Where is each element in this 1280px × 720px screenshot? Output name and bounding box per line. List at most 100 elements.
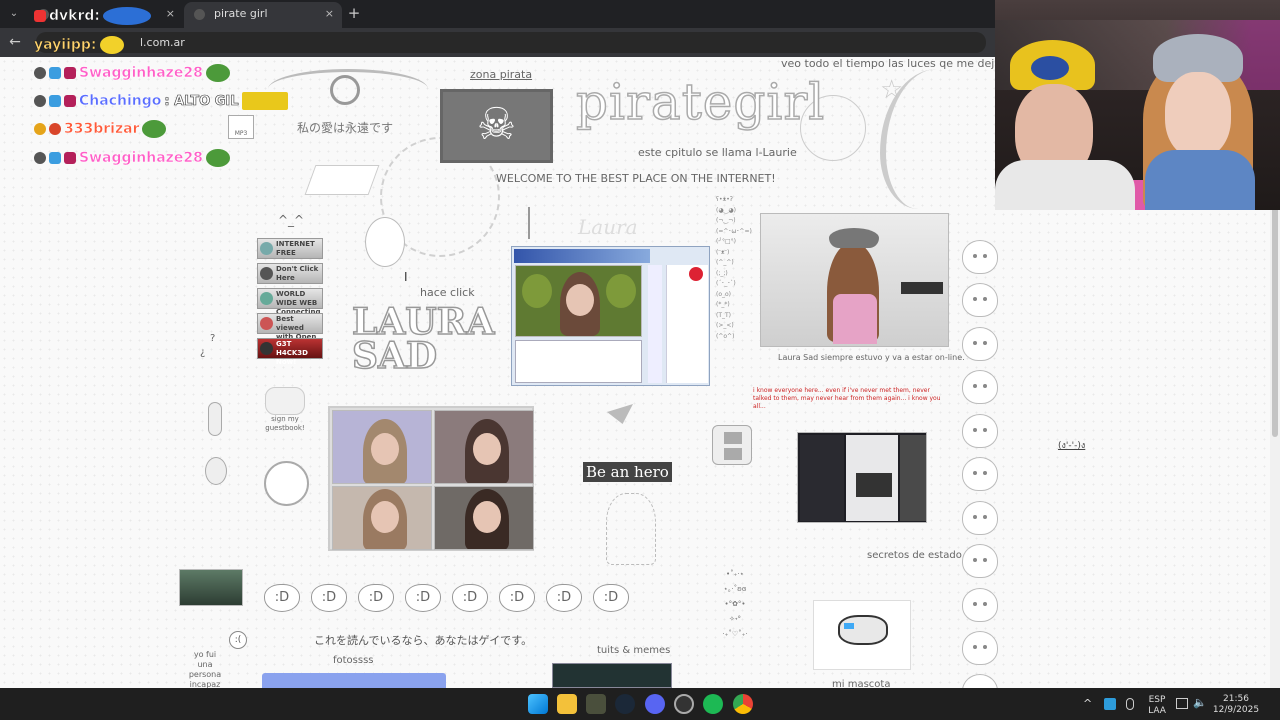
- be-an-hero-banner: Be an hero: [583, 462, 672, 482]
- laura-script-text: Laura: [578, 215, 638, 239]
- clock[interactable]: 21:56 12/9/2025: [1210, 694, 1262, 716]
- grid-photo-4: [434, 486, 534, 550]
- emote-icon: [99, 36, 124, 54]
- best-viewed-badge[interactable]: Best viewed with Open Eyes: [257, 313, 323, 350]
- tray-overflow-icon[interactable]: ^: [1083, 698, 1092, 709]
- inverted-question-text: ¿: [200, 347, 206, 358]
- badge-icon: [34, 67, 46, 79]
- hacker-icon: [260, 342, 273, 355]
- tuits-memes-link[interactable]: tuits & memes: [597, 645, 670, 656]
- internet-free-badge[interactable]: INTERNET FREE: [257, 238, 323, 259]
- messenger-chat-area[interactable]: [515, 340, 642, 383]
- blue-shirt: [1145, 150, 1255, 210]
- grid-photo-1: [332, 410, 432, 484]
- chat-message: 333brizar: [34, 118, 167, 140]
- keyboard-instrument: [901, 282, 943, 294]
- pepe-emote-icon: [205, 64, 230, 82]
- tab-title: pirate girl: [214, 7, 268, 20]
- tab-pirate-girl[interactable]: pirate girl ×: [184, 2, 342, 28]
- dark-collage-photo: [797, 432, 927, 523]
- spotify-icon[interactable]: [703, 694, 723, 714]
- steam-icon[interactable]: [615, 694, 635, 714]
- text-cursor-icon: I: [404, 270, 408, 284]
- hace-click-link[interactable]: hace click: [420, 286, 475, 299]
- troll-face-icon: :D: [546, 584, 582, 612]
- sad-smiley-icon: :(: [229, 631, 247, 649]
- laura-sad-logo: LAURA SAD: [351, 301, 495, 377]
- tray-app-icon[interactable]: [1104, 698, 1116, 710]
- emote-icon: [102, 7, 151, 25]
- emoticon-face: ^_^: [278, 213, 305, 227]
- kaomoji-link[interactable]: (ง'-'-)ง: [1058, 438, 1085, 452]
- url-field[interactable]: l.com.ar: [36, 32, 986, 53]
- troll-face-icon: :D: [452, 584, 488, 612]
- tab-close-icon[interactable]: ×: [325, 2, 334, 26]
- keychain-icon: [208, 402, 222, 436]
- chat-username: Chachingo: [79, 93, 162, 110]
- network-icon[interactable]: [1176, 698, 1188, 709]
- hello-kitty-icon: [962, 283, 998, 317]
- windows-start-icon[interactable]: [528, 694, 548, 714]
- chat-text: : ALTO GIL: [164, 93, 239, 109]
- fotos-panel[interactable]: [262, 673, 446, 688]
- scrollbar-thumb[interactable]: [1272, 207, 1278, 437]
- kaomoji-list: ʕ•ᴥ•ʔ (◕‿◕) (¬‿¬) (=^･ω･^=) (╯°□°) (ᵔᴥᵔ)…: [716, 196, 752, 340]
- charm-icon: [205, 457, 227, 485]
- badge-icon: [34, 152, 46, 164]
- new-tab-button[interactable]: +: [344, 4, 364, 22]
- chat-message: dvkrd:: [34, 5, 151, 27]
- app-icon[interactable]: [586, 694, 606, 714]
- anime-sketch-icon: [606, 493, 656, 565]
- hello-kitty-icon: [962, 240, 998, 274]
- no-entry-icon: [689, 267, 703, 281]
- volume-icon[interactable]: 🔈: [1193, 696, 1207, 709]
- mascota-link[interactable]: mi mascota: [832, 679, 890, 688]
- laura-photo-grid: [328, 406, 534, 551]
- person-face: [1165, 72, 1231, 158]
- shrek-face: [522, 274, 552, 308]
- chat-username: 333brizar: [64, 121, 140, 138]
- chat-message: yayiipp:: [34, 34, 124, 56]
- tab-favicon: [194, 9, 205, 20]
- troll-face-icon: [365, 217, 405, 267]
- guestbook-link[interactable]: sign my guestbook!: [264, 415, 306, 433]
- pink-top: [833, 294, 877, 344]
- troll-face-icon: :D: [358, 584, 394, 612]
- gigachad-face-icon: [264, 461, 309, 506]
- discord-icon[interactable]: [645, 694, 665, 714]
- world-wide-web-badge[interactable]: WORLD WIDE WEB Connecting people: [257, 288, 323, 325]
- get-hacked-badge[interactable]: G3T H4CK3D Now!: [257, 338, 323, 366]
- white-shirt: [995, 160, 1135, 210]
- windows-taskbar: ^ ESP LAA 🔈 21:56 12/9/2025: [0, 688, 1280, 720]
- chat-username: Swagginhaze28: [79, 65, 203, 82]
- chrome-icon[interactable]: [733, 694, 753, 714]
- file-explorer-icon[interactable]: [557, 694, 577, 714]
- messenger-titlebar: [514, 249, 650, 263]
- language-indicator[interactable]: ESP LAA: [1146, 695, 1168, 717]
- dont-click-here-badge[interactable]: Don't Click Here: [257, 263, 323, 284]
- zona-pirata-link[interactable]: zona pirata: [470, 68, 532, 81]
- obs-icon[interactable]: [674, 694, 694, 714]
- messenger-window[interactable]: [511, 246, 710, 386]
- back-arrow-icon[interactable]: ←: [6, 33, 24, 51]
- mp3-player-icon[interactable]: MP3: [228, 115, 254, 139]
- tab-search-icon[interactable]: ⌄: [4, 4, 24, 24]
- hat-icon: [260, 267, 273, 280]
- badge-icon: [34, 123, 46, 135]
- paper-boat-icon: [304, 165, 380, 195]
- shrek-webcam-photo: [515, 265, 642, 337]
- messenger-toolbar: [648, 265, 662, 383]
- paper-plane-icon: [607, 404, 633, 424]
- red-message-text: i know everyone here... even if i've nev…: [753, 387, 941, 410]
- fotos-link[interactable]: fotossss: [333, 655, 374, 666]
- tab-close-icon[interactable]: ×: [166, 2, 175, 26]
- welcome-text: WELCOME TO THE BEST PLACE ON THE INTERNE…: [496, 172, 776, 185]
- microphone-icon[interactable]: [1126, 698, 1134, 710]
- guestbook-ghost-icon[interactable]: [265, 387, 305, 415]
- hello-kitty-icon: [962, 674, 998, 688]
- secretos-link[interactable]: secretos de estado: [867, 550, 962, 561]
- stick-figure-icon: [528, 207, 550, 239]
- badge-icon: [64, 95, 76, 107]
- badge-icon: [64, 67, 76, 79]
- girl-covering-face-photo: [760, 213, 949, 347]
